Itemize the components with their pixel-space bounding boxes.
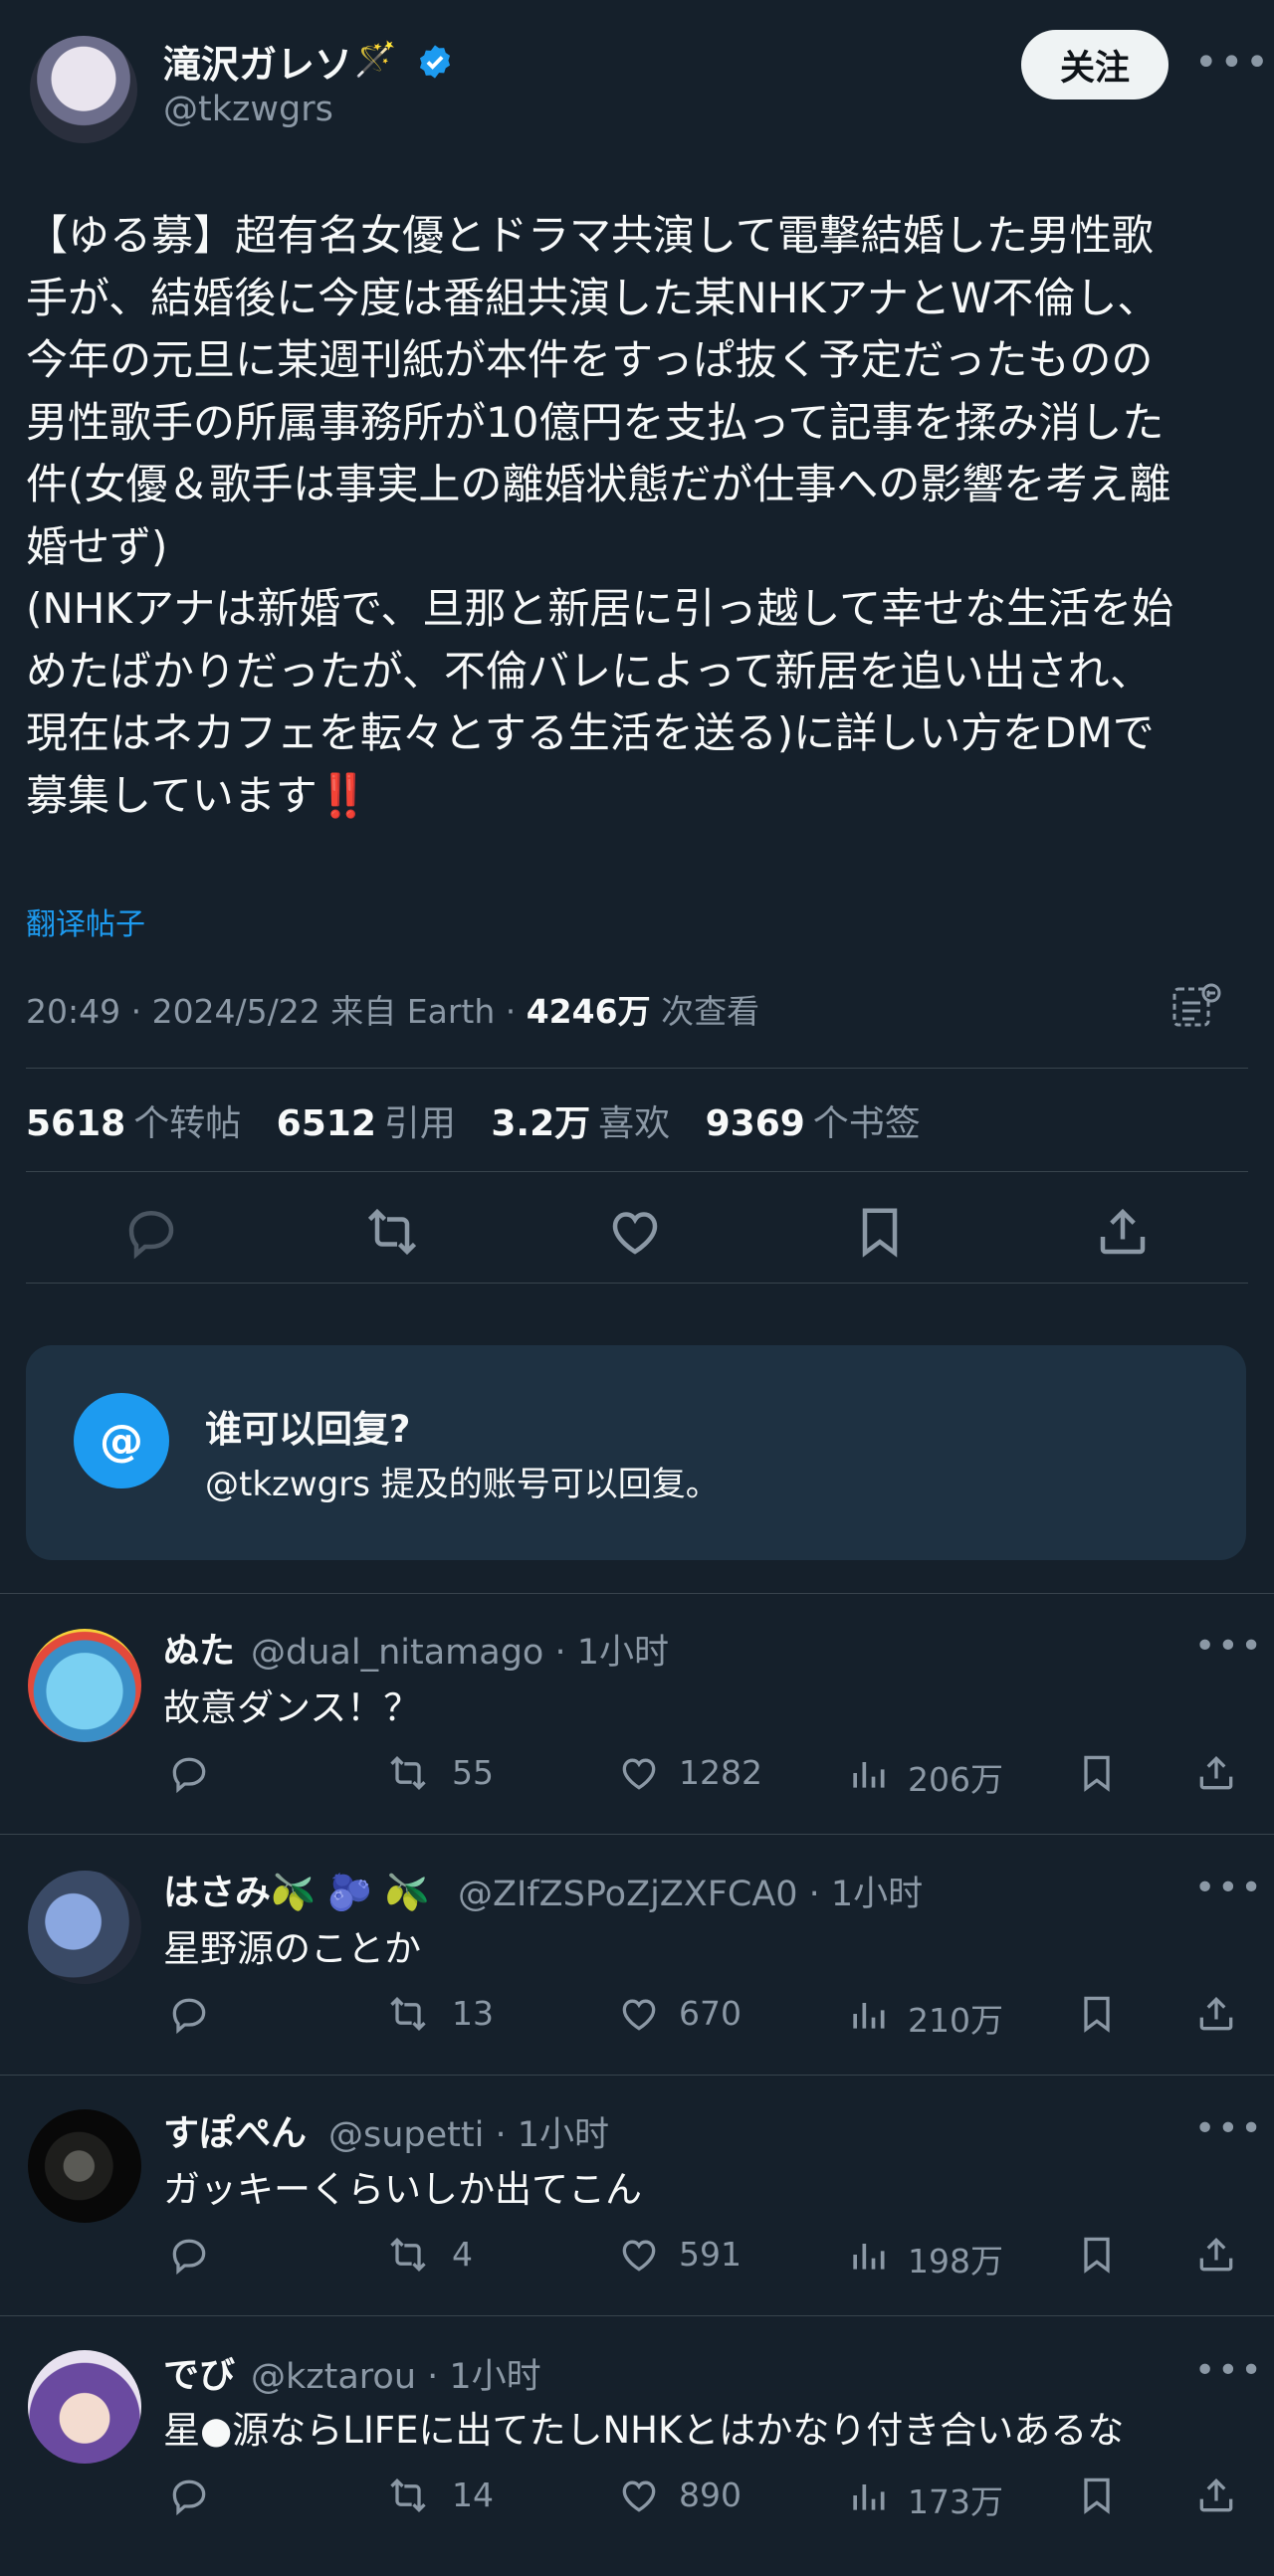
like-count: 1282 <box>679 1753 762 1792</box>
views-chart-icon[interactable] <box>846 1992 890 2036</box>
more-options-icon[interactable]: ••• <box>1194 1868 1264 1908</box>
bookmark-icon[interactable] <box>850 1202 910 1262</box>
retweet-icon[interactable] <box>386 1751 430 1795</box>
reply-author-handle[interactable]: @dual_nitamago · 1小时 <box>251 1624 669 1675</box>
bookmark-icon[interactable] <box>1075 2233 1119 2277</box>
reposts-stat[interactable]: 5618 个转帖 <box>26 1103 241 1144</box>
share-icon[interactable] <box>1093 1202 1153 1262</box>
follow-button[interactable]: 关注 <box>1021 30 1168 99</box>
retweet-icon[interactable] <box>386 2233 430 2277</box>
reply-author-handle[interactable]: @kztarou · 1小时 <box>251 2348 541 2399</box>
reply-text: 星野源のことか <box>163 1927 421 1970</box>
reply-author-name[interactable]: でび <box>163 2346 235 2398</box>
like-icon[interactable] <box>617 2474 661 2517</box>
like-icon[interactable] <box>617 1992 661 2036</box>
reply-icon[interactable] <box>167 2233 211 2277</box>
author-handle[interactable]: @tkzwgrs <box>163 90 333 129</box>
views-chart-icon[interactable] <box>846 1751 890 1795</box>
double-exclamation-emoji: ‼️ <box>317 770 370 820</box>
reply-icon[interactable] <box>167 1992 211 2036</box>
tweet-meta: 20:49 · 2024/5/22 来自 Earth · 4246万 次查看 <box>26 992 760 1031</box>
divider <box>26 1068 1248 1069</box>
bookmark-icon[interactable] <box>1075 2474 1119 2517</box>
reply-author-name[interactable]: はさみ🫒 🫐 🫒 <box>163 1864 430 1915</box>
engagement-stats: 5618 个转帖 6512 引用 3.2万 喜欢 9369 个书签 <box>26 1094 921 1146</box>
like-icon[interactable] <box>605 1202 665 1262</box>
divider <box>0 2315 1274 2316</box>
who-can-reply-subtitle: @tkzwgrs 提及的账号可以回复。 <box>205 1465 720 1504</box>
like-icon[interactable] <box>617 2233 661 2277</box>
view-count: 4246万 <box>526 992 651 1031</box>
reply-author-name[interactable]: すぽぺん <box>163 2104 307 2156</box>
reply-icon[interactable] <box>167 2474 211 2517</box>
bookmark-icon[interactable] <box>1075 1992 1119 2036</box>
wand-emoji: 🪄 <box>354 40 397 80</box>
reply-author-handle[interactable]: @ZIfZSPoZjZXFCA0 · 1小时 <box>458 1866 923 1916</box>
like-icon[interactable] <box>617 1751 661 1795</box>
quotes-stat[interactable]: 6512 引用 <box>277 1103 456 1144</box>
retweet-count: 55 <box>452 1753 494 1792</box>
share-icon[interactable] <box>1194 1992 1238 2036</box>
divider <box>0 2075 1274 2076</box>
more-options-icon[interactable]: ••• <box>1194 1626 1264 1667</box>
like-count: 591 <box>679 2235 742 2274</box>
author-avatar[interactable] <box>30 36 137 143</box>
more-options-icon[interactable]: ••• <box>1194 2350 1264 2391</box>
divider <box>26 1283 1248 1284</box>
share-icon[interactable] <box>1194 2474 1238 2517</box>
retweet-count: 13 <box>452 1994 494 2033</box>
like-count: 890 <box>679 2476 742 2514</box>
bookmark-icon[interactable] <box>1075 1751 1119 1795</box>
who-can-reply-card <box>26 1345 1246 1560</box>
analytics-icon[interactable] <box>1170 981 1224 1031</box>
more-options-icon[interactable]: ••• <box>1194 2108 1264 2149</box>
translate-post-link[interactable]: 翻译帖子 <box>26 899 145 943</box>
reply-avatar[interactable] <box>28 2350 141 2464</box>
bookmarks-stat[interactable]: 9369 个书签 <box>706 1103 921 1144</box>
like-count: 670 <box>679 1994 742 2033</box>
verified-badge-icon <box>419 45 451 79</box>
divider <box>0 1593 1274 1594</box>
share-icon[interactable] <box>1194 1751 1238 1795</box>
reply-author-name[interactable]: ぬた <box>163 1622 235 1674</box>
retweet-count: 14 <box>452 2476 494 2514</box>
reply-text: 故意ダンス！？ <box>163 1686 421 1729</box>
who-can-reply-title: 谁可以回复? <box>205 1408 411 1451</box>
view-count: 210万 <box>908 2001 1003 2040</box>
reply-avatar[interactable] <box>28 1871 141 1984</box>
view-count: 206万 <box>908 1760 1003 1799</box>
retweet-icon[interactable] <box>386 1992 430 2036</box>
retweet-icon[interactable] <box>362 1202 422 1262</box>
tweet-text: 【ゆる募】超有名女優とドラマ共演して電撃結婚した男性歌 手が、結婚後に今度は番組… <box>26 211 1174 820</box>
at-sign-icon: @ <box>74 1393 169 1488</box>
view-count: 198万 <box>908 2242 1003 2280</box>
more-options-icon[interactable]: ••• <box>1194 40 1271 86</box>
likes-stat[interactable]: 3.2万 喜欢 <box>491 1103 670 1144</box>
reply-text: 星●源ならLIFEに出てたしNHKとはかなり付き合いあるな <box>163 2409 1125 2452</box>
tweet-timestamp[interactable]: 20:49 · 2024/5/22 来自 Earth · <box>26 992 527 1031</box>
reply-avatar[interactable] <box>28 1629 141 1742</box>
views-chart-icon[interactable] <box>846 2233 890 2277</box>
retweet-icon[interactable] <box>386 2474 430 2517</box>
reply-avatar[interactable] <box>28 2109 141 2223</box>
reply-icon[interactable] <box>121 1202 181 1262</box>
reply-icon[interactable] <box>167 1751 211 1795</box>
retweet-count: 4 <box>452 2235 473 2274</box>
divider <box>0 1834 1274 1835</box>
reply-author-handle[interactable]: @supetti · 1小时 <box>328 2106 609 2157</box>
author-name[interactable]: 滝沢ガレソ <box>163 34 352 89</box>
reply-text: ガッキーくらいしか出てこん <box>163 2168 642 2211</box>
view-count: 173万 <box>908 2482 1003 2521</box>
divider <box>26 1171 1248 1172</box>
share-icon[interactable] <box>1194 2233 1238 2277</box>
views-chart-icon[interactable] <box>846 2474 890 2517</box>
